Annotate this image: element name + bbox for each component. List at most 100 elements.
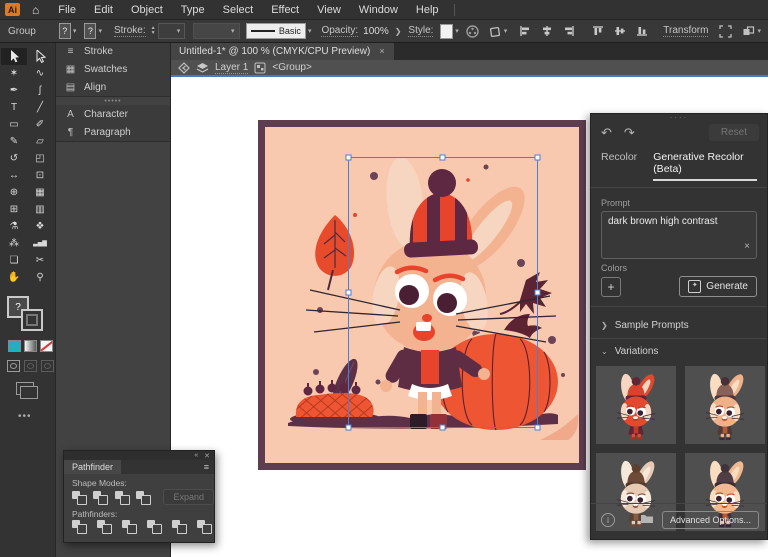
transform-link[interactable]: Transform [663,25,709,37]
close-panel-icon[interactable]: ✕ [204,452,210,460]
column-graph-tool[interactable]: ▃▅▇ [27,235,53,252]
lasso-tool[interactable]: ∿ [27,65,53,82]
eraser-tool[interactable]: ▱ [27,133,53,150]
variation-thumbnail-variation-2[interactable] [685,366,765,444]
tab-generative-recolor-beta[interactable]: Generative Recolor (Beta) [653,151,757,181]
menu-edit[interactable]: Edit [85,4,122,16]
fill-swatch[interactable]: ? [58,23,71,39]
breadcrumb-group[interactable]: <Group> [272,62,311,73]
draw-behind-icon[interactable] [24,360,37,372]
dock-item-swatches[interactable]: ▦ Swatches [56,60,170,78]
zoom-tool[interactable]: ⚲ [27,269,53,286]
draw-inside-icon[interactable] [41,360,54,372]
gradient-tool[interactable]: ▥ [27,201,53,218]
stroke-stepper[interactable]: ▲ ▼ [151,26,156,36]
dock-item-paragraph[interactable]: ¶ Paragraph [56,123,170,141]
stroke-dropdown-icon[interactable]: ▾ [98,27,102,35]
artwork-illustration[interactable] [258,120,586,470]
arrange-options-icon[interactable]: ▾ [742,25,763,38]
collapse-panel-icon[interactable]: « [194,452,198,459]
folder-icon[interactable] [640,513,654,527]
fill-dropdown-icon[interactable]: ▾ [73,27,77,35]
align-right-icon[interactable] [563,25,575,37]
merge-button[interactable] [122,520,138,534]
fill-stroke-indicator[interactable]: ? [7,296,47,332]
scale-tool[interactable]: ◰ [27,150,53,167]
crop-button[interactable] [147,520,163,534]
stroke-weight-dropdown[interactable]: ▾ [157,23,186,39]
recolor-artwork-icon[interactable] [466,24,479,38]
align-bottom-icon[interactable] [636,25,648,37]
generate-button[interactable]: ✦ Generate [679,276,757,297]
stroke-swatch[interactable]: ? [84,23,97,39]
prompt-clear-icon[interactable]: × [744,241,750,252]
shape-builder-tool[interactable]: ⊕ [1,184,27,201]
menu-effect[interactable]: Effect [262,4,308,16]
selection-tool[interactable] [1,48,27,65]
bounding-box-icon[interactable] [719,24,733,38]
slice-tool[interactable]: ✂ [27,252,53,269]
tab-close-icon[interactable]: × [379,46,384,56]
advanced-options-button[interactable]: Advanced Options... [661,511,759,529]
panel-drag-handle[interactable]: ···· [591,114,767,122]
stroke-indicator[interactable] [21,309,43,331]
menu-view[interactable]: View [308,4,350,16]
redo-icon[interactable]: ↷ [624,125,635,141]
none-swatch-button[interactable] [40,340,53,352]
draw-normal-icon[interactable] [7,360,20,372]
unite-button[interactable] [72,490,88,505]
perspective-grid-tool[interactable]: ▦ [27,184,53,201]
menu-select[interactable]: Select [214,4,263,16]
paintbrush-tool[interactable]: ✐ [27,116,53,133]
info-icon[interactable]: i [601,513,615,527]
opacity-value[interactable]: 100% [363,26,389,37]
menu-file[interactable]: File [49,4,85,16]
align-top-icon[interactable] [592,25,604,37]
width-tool[interactable]: ↔ [1,167,27,184]
opacity-expand-icon[interactable]: ❯ [395,27,402,36]
menu-object[interactable]: Object [122,4,172,16]
trim-button[interactable] [97,520,113,534]
prompt-input[interactable]: dark brown high contrast × [601,211,757,259]
artboard-tool[interactable]: ❏ [1,252,27,269]
variations-section[interactable]: ⌄ Variations [591,339,767,364]
undo-icon[interactable]: ↶ [601,125,612,141]
brush-preview[interactable]: Basic [245,23,306,39]
dock-item-character[interactable]: A Character [56,105,170,123]
style-dropdown-icon[interactable]: ▾ [455,27,459,35]
gradient-swatch-button[interactable] [24,340,37,352]
mesh-tool[interactable]: ⊞ [1,201,27,218]
brush-dropdown-icon[interactable]: ▾ [308,27,312,35]
style-label[interactable]: Style: [408,25,434,37]
align-vcenter-icon[interactable] [614,25,626,37]
pen-tool[interactable]: ✒ [1,82,27,99]
free-transform-tool[interactable]: ⊡ [27,167,53,184]
rotate-tool[interactable]: ↺ [1,150,27,167]
align-center-icon[interactable] [541,25,553,37]
exit-isolation-icon[interactable] [178,61,190,74]
curvature-tool[interactable]: ʃ [27,82,53,99]
outline-button[interactable] [172,520,188,534]
reset-button[interactable]: Reset [708,124,759,141]
magic-wand-tool[interactable]: ✶ [1,65,27,82]
home-icon[interactable]: ⌂ [32,3,39,17]
screen-mode-icon[interactable] [16,382,38,399]
minus-front-button[interactable] [93,490,109,505]
pencil-tool[interactable]: ✎ [1,133,27,150]
opacity-label[interactable]: Opacity: [321,25,359,37]
rectangle-tool[interactable]: ▭ [1,116,27,133]
toolbar-more-icon[interactable]: ••• [18,411,55,422]
menu-window[interactable]: Window [350,4,407,16]
breadcrumb-layer[interactable]: Layer 1 [215,62,249,74]
menu-type[interactable]: Type [172,4,214,16]
dock-drag-handle[interactable]: ••••• [56,97,170,105]
variation-thumbnail-variation-1[interactable] [596,366,676,444]
eyedropper-tool[interactable]: ⚗ [1,218,27,235]
intersect-button[interactable] [114,490,131,505]
add-color-button[interactable]: + [601,276,621,297]
document-tab[interactable]: Untitled-1* @ 100 % (CMYK/CPU Preview) × [170,42,394,60]
type-tool[interactable]: T [1,99,27,116]
panel-menu-icon[interactable]: ≡ [204,462,209,472]
dock-item-stroke[interactable]: ≡ Stroke [56,42,170,60]
align-left-icon[interactable] [519,25,531,37]
